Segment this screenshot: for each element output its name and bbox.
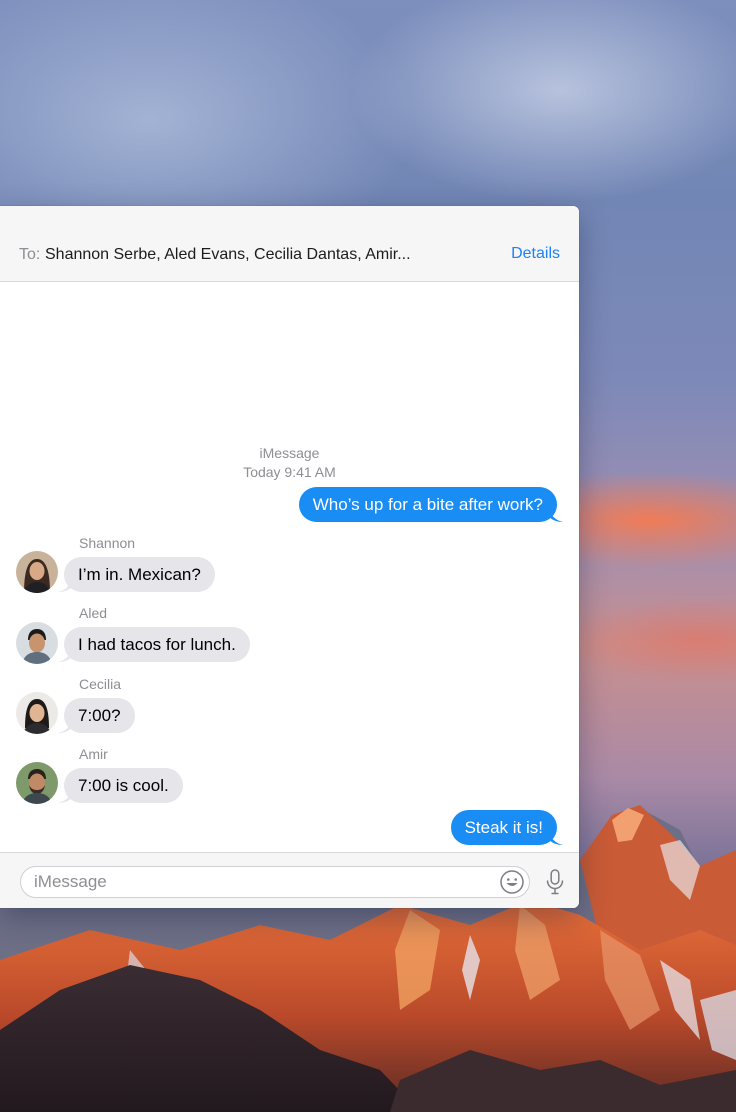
person-avatar-icon xyxy=(16,622,58,664)
outgoing-message[interactable]: Who’s up for a bite after work? xyxy=(298,487,563,522)
bubble-tail xyxy=(549,508,563,522)
bubble-tail xyxy=(549,831,563,845)
message-text: I had tacos for lunch. xyxy=(78,635,236,654)
messages-window: To: Shannon Serbe, Aled Evans, Cecilia D… xyxy=(0,206,579,908)
microphone-icon[interactable] xyxy=(544,868,566,896)
sender-name: Amir xyxy=(79,746,108,762)
incoming-message[interactable]: 7:00 is cool. xyxy=(58,768,183,803)
person-avatar-icon xyxy=(16,692,58,734)
timestamp: Today 9:41 AM xyxy=(243,464,336,480)
bubble-tail xyxy=(58,719,72,733)
bubble-tail xyxy=(58,789,72,803)
conversation-header: To: Shannon Serbe, Aled Evans, Cecilia D… xyxy=(0,206,579,282)
avatar-amir[interactable] xyxy=(16,762,58,804)
message-text: I’m in. Mexican? xyxy=(78,565,201,584)
composer-bar xyxy=(0,852,579,908)
smiley-face-icon[interactable] xyxy=(499,869,525,895)
sender-name: Cecilia xyxy=(79,676,122,692)
outgoing-message[interactable]: Steak it is! xyxy=(450,810,563,845)
avatar-aled[interactable] xyxy=(16,622,58,664)
to-label: To: xyxy=(19,246,41,263)
person-avatar-icon xyxy=(16,551,58,593)
recipients-field[interactable]: Shannon Serbe, Aled Evans, Cecilia Danta… xyxy=(45,246,465,264)
message-text: 7:00? xyxy=(78,706,121,725)
incoming-message[interactable]: I had tacos for lunch. xyxy=(58,627,250,662)
incoming-message[interactable]: I’m in. Mexican? xyxy=(58,557,215,592)
message-input[interactable] xyxy=(20,866,530,898)
message-text: 7:00 is cool. xyxy=(78,776,169,795)
bubble-tail xyxy=(58,648,72,662)
bubble-tail xyxy=(58,578,72,592)
sender-name: Aled xyxy=(79,605,108,621)
avatar-cecilia[interactable] xyxy=(16,692,58,734)
service-label: iMessage xyxy=(259,445,320,461)
incoming-message[interactable]: 7:00? xyxy=(58,698,135,733)
message-text: Who’s up for a bite after work? xyxy=(312,495,543,514)
details-button[interactable]: Details xyxy=(511,245,560,263)
message-text: Steak it is! xyxy=(464,818,543,837)
avatar-shannon[interactable] xyxy=(16,551,58,593)
person-avatar-icon xyxy=(16,762,58,804)
sender-name: Shannon xyxy=(79,535,136,551)
